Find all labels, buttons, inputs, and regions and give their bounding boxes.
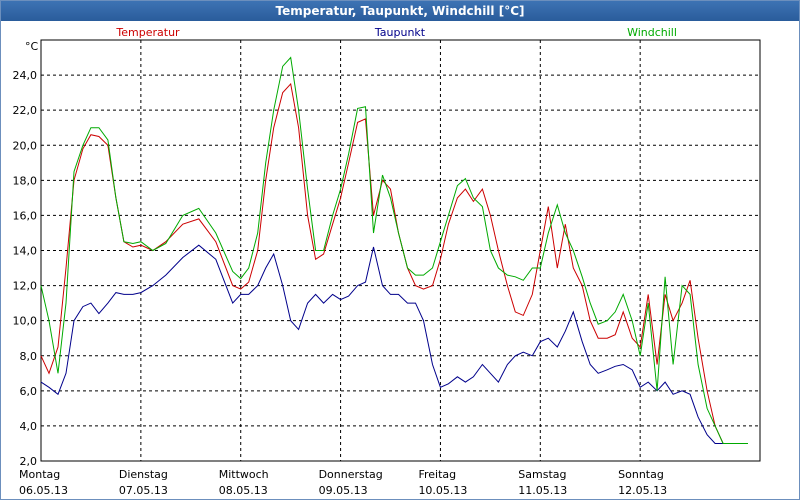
y-axis-label: °C [25, 40, 39, 53]
x-tick-date: 08.05.13 [219, 484, 268, 497]
y-tick-label: 16,0 [13, 209, 38, 222]
y-axis-ticks: 2,0 4,0 6,0 8,0 10,0 12,0 14,0 16,0 18,0 20,0 22,0… [13, 69, 38, 468]
plot-area [40, 39, 761, 462]
legend-entry-windchill: Windchill [627, 26, 677, 39]
y-tick-label: 12,0 [13, 280, 38, 293]
y-tick-label: 22,0 [13, 104, 38, 117]
y-tick-label: 8,0 [20, 350, 38, 363]
x-tick-day: Sonntag [618, 468, 664, 481]
window-title: Temperatur, Taupunkt, Windchill [°C] [1, 1, 799, 21]
y-tick-label: 2,0 [20, 455, 38, 468]
x-tick-date: 10.05.13 [418, 484, 467, 497]
chart-canvas: 2,0 4,0 6,0 8,0 10,0 12,0 14,0 16,0 18,0 20,0 22,0… [13, 26, 761, 497]
x-tick-day: Samstag [518, 468, 566, 481]
x-tick-day: Freitag [418, 468, 456, 481]
legend-entry-temperatur: Temperatur [115, 26, 180, 39]
y-tick-label: 18,0 [13, 174, 38, 187]
x-tick-day: Mittwoch [219, 468, 269, 481]
y-tick-label: 14,0 [13, 245, 38, 258]
legend-entry-taupunkt: Taupunkt [374, 26, 426, 39]
x-tick-date: 06.05.13 [19, 484, 68, 497]
x-tick-date: 11.05.13 [518, 484, 567, 497]
legend: Temperatur Taupunkt Windchill [115, 26, 677, 39]
y-tick-label: 24,0 [13, 69, 38, 82]
y-tick-label: 4,0 [20, 420, 38, 433]
y-tick-label: 10,0 [13, 315, 38, 328]
x-tick-date: 12.05.13 [618, 484, 667, 497]
x-tick-day: Donnerstag [319, 468, 383, 481]
x-axis-ticks: Montag 06.05.13 Dienstag 07.05.13 Mittwoch 08… [19, 468, 667, 497]
x-tick-date: 09.05.13 [319, 484, 368, 497]
x-tick-date: 07.05.13 [119, 484, 168, 497]
x-tick-day: Montag [19, 468, 60, 481]
y-tick-label: 20,0 [13, 139, 38, 152]
x-tick-day: Dienstag [119, 468, 168, 481]
y-tick-label: 6,0 [20, 385, 38, 398]
